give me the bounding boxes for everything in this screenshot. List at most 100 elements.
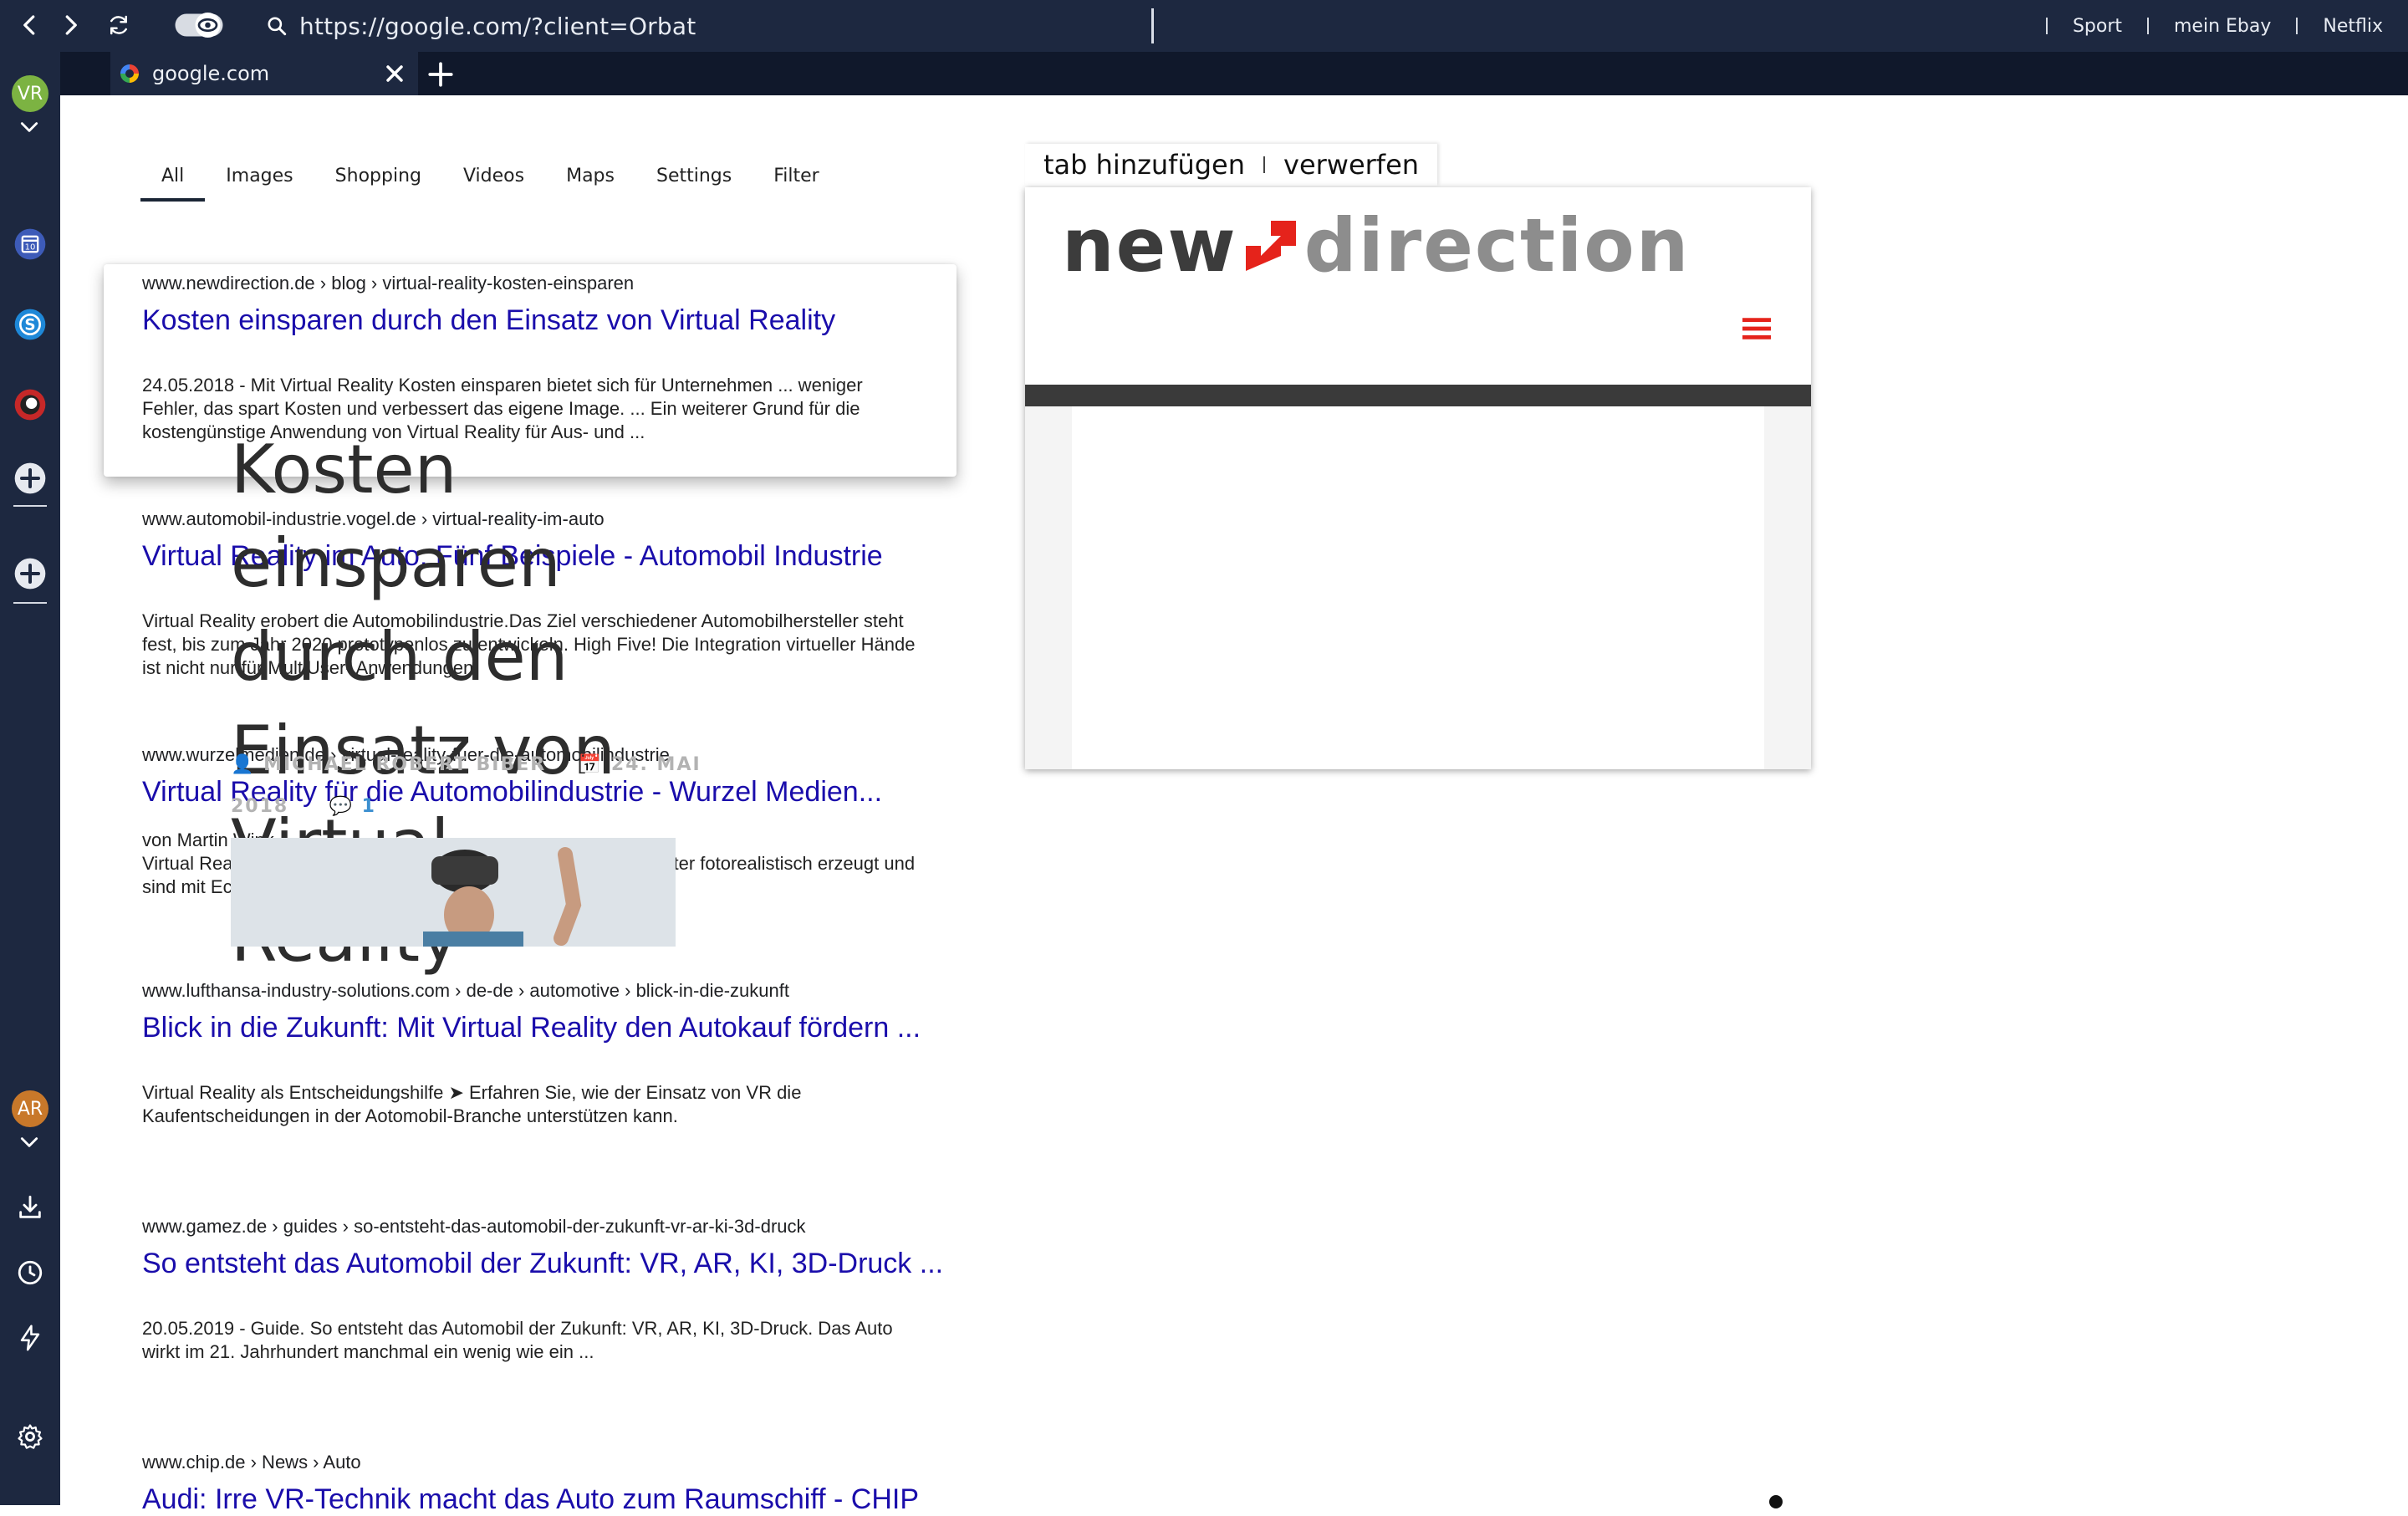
tab-google[interactable]: google.com [110,52,418,95]
url-text: https://google.com/?client=Orbat [299,12,696,40]
calendar-icon: 📅 [578,754,604,775]
article-year: 2018 [231,796,289,817]
svg-text:S: S [24,317,35,334]
logo-text-direction: direction [1303,202,1691,288]
result-title-link[interactable]: So entsteht das Automobil der Zukunft: V… [142,1248,1028,1280]
tab-images[interactable]: Images [205,166,314,202]
preview-body [1025,406,1811,769]
tab-videos[interactable]: Videos [442,166,545,202]
article-date: 24. MAI [610,754,701,775]
result-title-link[interactable]: Kosten einsparen durch den Einsatz von V… [142,304,1028,337]
article-title-line: einsparen [231,524,561,602]
sidebar: VR 10 S AR [0,52,60,1505]
search-result: www.gamez.de › guides › so-entsteht-das-… [142,1216,1028,1364]
article-meta: 👤 MICHAEL ROBERT BIBER 📅 24. MAI 2018 💬 … [231,744,701,828]
hamburger-menu-icon[interactable] [1742,316,1771,341]
divider [13,505,47,507]
google-favicon-icon [120,64,139,83]
article-container [1072,406,1764,769]
address-bar[interactable]: https://google.com/?client=Orbat [259,5,1154,47]
sidebar-add-button[interactable] [10,458,50,498]
chevron-left-icon [23,15,35,35]
comment-count[interactable]: 1 [362,796,376,817]
article-title-line: Kosten [231,431,457,508]
sidebar-downloads[interactable] [10,1187,50,1228]
chevron-down-icon[interactable] [18,1136,40,1149]
article-image [231,838,676,947]
page-preview[interactable]: new direction [1025,187,1811,769]
result-title-link[interactable]: Audi: Irre VR-Technik macht das Auto zum… [142,1483,1028,1516]
sidebar-app[interactable] [10,385,50,425]
browser-toolbar: https://google.com/?client=Orbat Sport m… [0,0,2408,52]
bookmarks-bar: Sport mein Ebay Netflix [2045,0,2408,52]
comment-icon: 💬 [329,796,354,817]
profile-avatar-bottom[interactable]: AR [10,1089,50,1129]
result-url: www.chip.de › News › Auto [142,1452,361,1473]
reload-icon [110,15,127,35]
article-author: MICHAEL ROBERT BIBER [263,754,547,775]
search-result: www.lufthansa-industry-solutions.com › d… [142,980,1028,1128]
discard-button[interactable]: verwerfen [1265,149,1437,181]
result-url: www.gamez.de › guides › so-entsteht-das-… [142,1216,806,1237]
logo-text-new: new [1062,202,1237,288]
bookmark-netflix[interactable]: Netflix [2298,16,2408,37]
result-url: www.newdirection.de › blog › virtual-rea… [142,273,635,294]
search-result: www.chip.de › News › Auto Audi: Irre VR-… [142,1452,1028,1516]
search-result: www.newdirection.de › blog › virtual-rea… [142,273,1028,444]
calendar-icon: 10 [14,228,46,260]
close-icon[interactable] [381,60,408,87]
download-icon [19,1195,41,1218]
sidebar-flash[interactable] [10,1318,50,1358]
reload-button[interactable] [100,7,137,43]
search-tabs: All Images Shopping Videos Maps Settings… [140,166,840,202]
cursor-dot [1769,1495,1783,1508]
sidebar-settings[interactable] [10,1416,50,1457]
avatar: AR [12,1090,48,1127]
sidebar-history[interactable] [10,1253,50,1293]
svg-text:10: 10 [25,243,36,253]
sidebar-calendar[interactable]: 10 [10,224,50,264]
app-icon [14,389,46,421]
bookmark-sport[interactable]: Sport [2048,16,2147,37]
text-cursor [1151,8,1154,43]
tab-strip: google.com [60,52,2408,95]
avatar: VR [12,75,48,112]
chevron-down-icon[interactable] [18,120,40,134]
chevron-right-icon [65,15,77,35]
privacy-toggle[interactable] [172,7,226,43]
clock-icon [18,1260,43,1285]
new-tab-plus-icon[interactable] [426,60,455,89]
forward-button[interactable] [52,7,89,43]
tab-title: google.com [152,62,270,85]
page-content: All Images Shopping Videos Maps Settings… [60,95,2408,1515]
tab-shopping[interactable]: Shopping [314,166,442,202]
profile-avatar-top[interactable]: VR [10,74,50,114]
sidebar-add-button-2[interactable] [10,554,50,594]
tab-settings[interactable]: Settings [635,166,752,202]
nav-bar [1025,385,1811,406]
user-icon: 👤 [231,754,256,775]
search-icon [268,17,287,36]
article-title-line: durch den [231,618,569,696]
plus-circle-icon [14,558,46,590]
tab-maps[interactable]: Maps [545,166,635,202]
vr-headset-photo [231,838,676,947]
back-button[interactable] [12,7,48,43]
skype-icon: S [14,309,46,340]
eye-toggle-icon [175,13,223,38]
lightning-icon [20,1325,40,1351]
plus-circle-icon [14,462,46,494]
preview-actions: tab hinzufügen verwerfen [1025,144,1438,186]
red-arrow-icon [1245,220,1296,271]
newdirection-logo: new direction [1062,202,1690,288]
add-tab-button[interactable]: tab hinzufügen [1025,149,1263,181]
tab-all[interactable]: All [140,166,206,202]
result-title-link[interactable]: Blick in die Zukunft: Mit Virtual Realit… [142,1012,1028,1044]
tab-filter[interactable]: Filter [752,166,839,202]
divider [13,602,47,604]
result-snippet: 20.05.2019 - Guide. So entsteht das Auto… [142,1318,893,1362]
result-snippet: Virtual Reality als Entscheidungshilfe ➤… [142,1082,802,1126]
bookmark-mein-ebay[interactable]: mein Ebay [2149,16,2296,37]
sidebar-skype[interactable]: S [10,304,50,345]
gear-icon [18,1424,43,1449]
